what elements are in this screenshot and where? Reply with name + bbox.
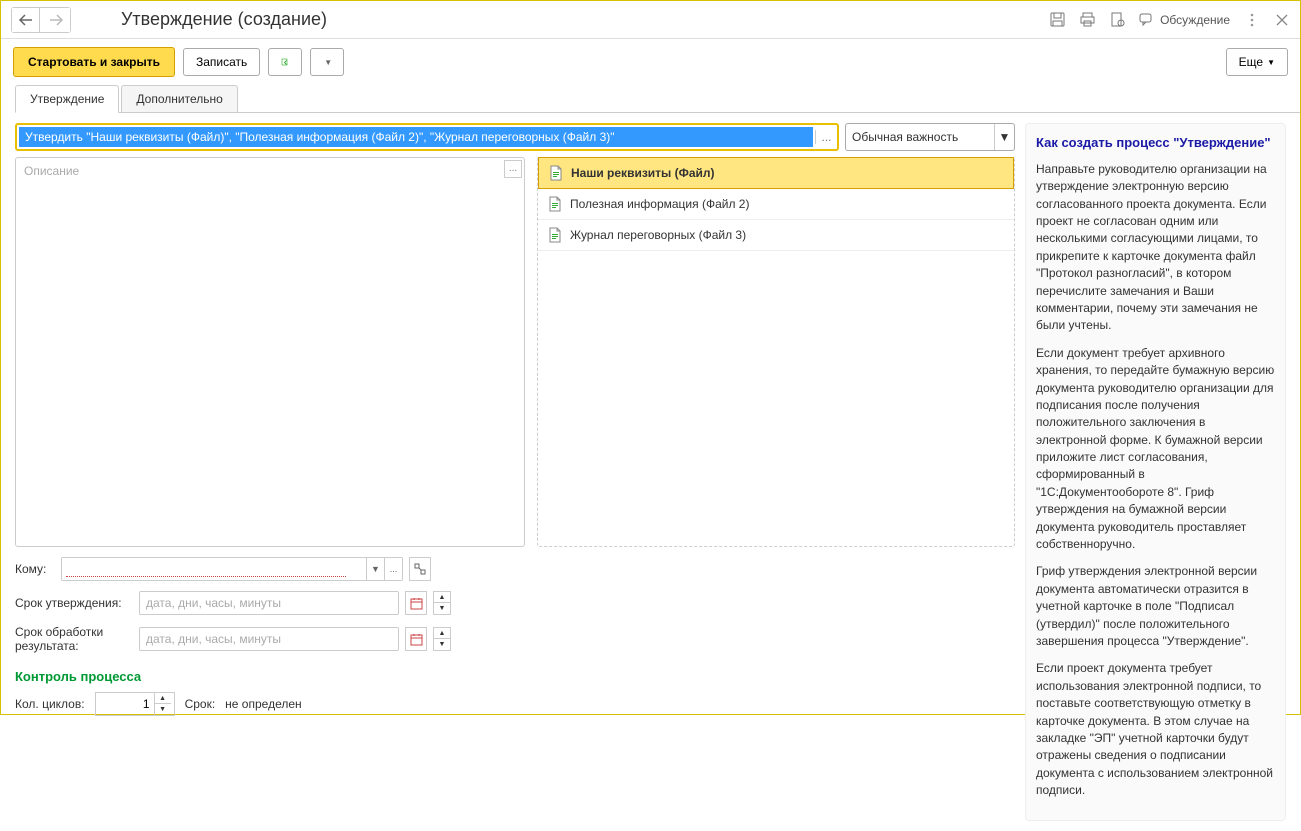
discuss-label: Обсуждение	[1160, 13, 1230, 27]
tabs: Утверждение Дополнительно	[15, 85, 1300, 113]
importance-select[interactable]: Обычная важность ▼	[845, 123, 1015, 151]
chevron-down-icon[interactable]: ▼	[366, 558, 384, 580]
tab-additional[interactable]: Дополнительно	[121, 85, 237, 112]
discuss-button[interactable]: Обсуждение	[1139, 13, 1230, 27]
back-button[interactable]	[12, 8, 40, 32]
process-control-header: Контроль процесса	[15, 669, 1015, 684]
subject-select-button[interactable]: ...	[815, 130, 837, 144]
description-expand-button[interactable]: ...	[504, 160, 522, 178]
description-textarea[interactable]: Описание ...	[15, 157, 525, 547]
template-button[interactable]	[268, 48, 302, 76]
description-placeholder: Описание	[24, 164, 79, 178]
term-value: не определен	[225, 697, 301, 711]
help-paragraph: Если проект документа требует использова…	[1036, 660, 1275, 799]
write-button[interactable]: Записать	[183, 48, 260, 76]
spinner-up[interactable]: ▲	[434, 628, 450, 639]
file-label: Наши реквизиты (Файл)	[571, 166, 715, 180]
dots-button[interactable]: ...	[384, 558, 402, 580]
tab-approval[interactable]: Утверждение	[15, 85, 119, 113]
chevron-down-icon[interactable]: ▼	[994, 124, 1014, 150]
nav-buttons	[11, 7, 71, 33]
result-deadline-input[interactable]: дата, дни, часы, минуты	[139, 627, 399, 651]
approval-deadline-input[interactable]: дата, дни, часы, минуты	[139, 591, 399, 615]
file-icon	[548, 196, 562, 212]
help-paragraph: Если документ требует архивного хранения…	[1036, 345, 1275, 554]
subject-text: Утвердить "Наши реквизиты (Файл)", "Поле…	[19, 127, 813, 147]
help-panel: Как создать процесс "Утверждение" Направ…	[1025, 123, 1286, 821]
close-icon[interactable]	[1274, 12, 1290, 28]
print-icon[interactable]	[1079, 12, 1095, 28]
spinner-down[interactable]: ▼	[155, 704, 171, 715]
approval-deadline-label: Срок утверждения:	[15, 596, 133, 610]
help-title: Как создать процесс "Утверждение"	[1036, 134, 1275, 153]
spinner-up[interactable]: ▲	[434, 592, 450, 603]
save-icon[interactable]	[1049, 12, 1065, 28]
start-and-close-button[interactable]: Стартовать и закрыть	[13, 47, 175, 77]
toolbar: Стартовать и закрыть Записать ▼ Еще ▼	[1, 39, 1300, 85]
report-icon[interactable]	[1109, 12, 1125, 28]
help-paragraph: Направьте руководителю организации на ут…	[1036, 161, 1275, 335]
whom-input[interactable]: ▼ ...	[61, 557, 403, 581]
page-title: Утверждение (создание)	[121, 9, 327, 30]
calendar-icon[interactable]	[405, 591, 427, 615]
subject-input[interactable]: Утвердить "Наши реквизиты (Файл)", "Поле…	[15, 123, 839, 151]
term-label: Срок:	[185, 697, 216, 711]
spinner-down[interactable]: ▼	[434, 603, 450, 614]
window-header: Утверждение (создание) Обсуждение	[1, 1, 1300, 39]
calendar-icon[interactable]	[405, 627, 427, 651]
whom-label: Кому:	[15, 562, 55, 576]
file-label: Журнал переговорных (Файл 3)	[570, 228, 746, 242]
result-deadline-label: Срок обработки результата:	[15, 625, 133, 653]
spinner-up[interactable]: ▲	[155, 693, 171, 704]
file-item[interactable]: Полезная информация (Файл 2)	[538, 189, 1014, 220]
expand-button[interactable]	[409, 557, 431, 581]
file-icon	[548, 227, 562, 243]
help-paragraph: Гриф утверждения электронной версии доку…	[1036, 563, 1275, 650]
attach-button[interactable]: ▼	[310, 48, 344, 76]
file-item[interactable]: Журнал переговорных (Файл 3)	[538, 220, 1014, 251]
spinner-down[interactable]: ▼	[434, 639, 450, 650]
file-label: Полезная информация (Файл 2)	[570, 197, 749, 211]
file-list: Наши реквизиты (Файл) Полезная информаци…	[537, 157, 1015, 547]
cycles-label: Кол. циклов:	[15, 697, 85, 711]
kebab-icon[interactable]	[1244, 12, 1260, 28]
file-item[interactable]: Наши реквизиты (Файл)	[538, 157, 1014, 189]
file-icon	[549, 165, 563, 181]
more-button[interactable]: Еще ▼	[1226, 48, 1288, 76]
cycles-input[interactable]: ▲ ▼	[95, 692, 175, 716]
forward-button[interactable]	[42, 8, 70, 32]
